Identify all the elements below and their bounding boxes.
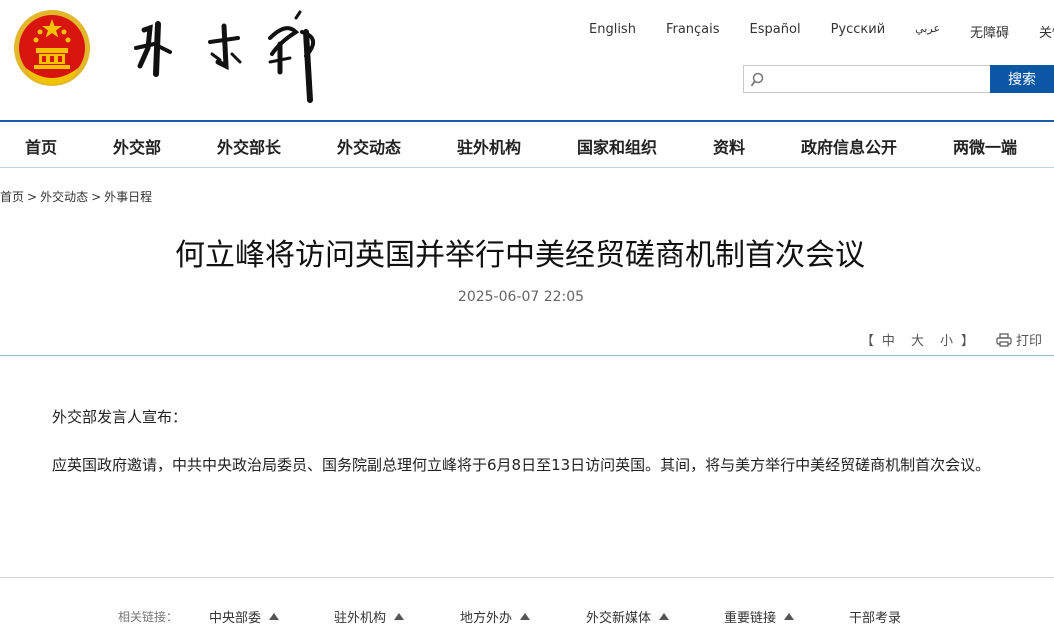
lang-arabic-link[interactable]: عربي	[915, 22, 940, 41]
content-divider	[0, 355, 1054, 356]
footer-link-label: 外交新媒体	[586, 611, 652, 626]
footer-link-important[interactable]: 重要链接	[724, 607, 795, 626]
search-box	[743, 65, 990, 93]
search-bar: 搜索	[743, 65, 1054, 93]
caret-up-icon	[394, 613, 405, 620]
search-input[interactable]	[768, 69, 983, 89]
footer-link-label: 重要链接	[724, 611, 777, 626]
caret-up-icon	[269, 613, 280, 620]
elder-care-link[interactable]: 关怀版	[1039, 22, 1054, 41]
accessibility-link[interactable]: 无障碍	[970, 22, 1009, 41]
font-size-bracket-close: 】	[960, 334, 974, 349]
print-label: 打印	[1015, 334, 1042, 349]
footer-link-label: 中央部委	[209, 611, 262, 626]
national-emblem-logo[interactable]	[12, 8, 92, 90]
lang-french-link[interactable]: Français	[666, 22, 720, 41]
ministry-calligraphy-logo[interactable]	[130, 8, 330, 108]
footer-link-label: 干部考录	[849, 611, 902, 626]
caret-up-icon	[784, 613, 795, 620]
header: English Français Español Русский عربي 无障…	[0, 0, 1054, 120]
breadcrumb-foreign-affairs-schedule[interactable]: 外事日程	[104, 190, 152, 204]
footer-link-new-media[interactable]: 外交新媒体	[586, 607, 670, 626]
nav-item-missions-abroad[interactable]: 驻外机构	[457, 134, 521, 158]
print-button[interactable]: 打印	[996, 330, 1042, 349]
footer-link-central-ministries[interactable]: 中央部委	[209, 607, 280, 626]
nav-item-resources[interactable]: 资料	[713, 134, 745, 158]
font-size-small-button[interactable]: 小	[940, 330, 953, 349]
caret-up-icon	[659, 613, 670, 620]
nav-item-minister[interactable]: 外交部长	[217, 134, 281, 158]
footer-link-civil-service-exam[interactable]: 干部考录	[849, 607, 901, 626]
footer-link-local-fao[interactable]: 地方外办	[460, 607, 531, 626]
breadcrumb-diplomatic-news[interactable]: 外交动态	[40, 190, 88, 204]
font-size-bracket-open: 【	[860, 334, 874, 349]
breadcrumb: 首页 > 外交动态 > 外事日程	[0, 188, 152, 205]
font-size-large-button[interactable]: 大	[911, 330, 924, 349]
article-paragraph: 外交部发言人宣布：	[52, 408, 188, 426]
lang-russian-link[interactable]: Русский	[831, 22, 886, 41]
breadcrumb-separator: >	[27, 190, 38, 204]
font-size-medium-button[interactable]: 中	[882, 330, 895, 349]
article-paragraph: 应英国政府邀请，中共中央政治局委员、国务院副总理何立峰将于6月8日至13日访问英…	[52, 456, 991, 474]
article-date: 2025-06-07 22:05	[457, 289, 585, 305]
article-tools: 【 中 大 小 】 打印	[861, 330, 1042, 349]
article-title: 何立峰将访问英国并举行中美经贸磋商机制首次会议	[175, 238, 865, 273]
printer-icon	[996, 332, 1012, 347]
footer-link-missions-abroad[interactable]: 驻外机构	[334, 607, 405, 626]
nav-item-countries-orgs[interactable]: 国家和组织	[577, 134, 657, 158]
related-links-label: 相关链接：	[118, 610, 179, 624]
lang-english-link[interactable]: English	[589, 22, 636, 41]
footer-link-label: 驻外机构	[334, 611, 387, 626]
caret-up-icon	[520, 613, 531, 620]
nav-item-gov-info[interactable]: 政府信息公开	[801, 134, 897, 158]
nav-item-media-apps[interactable]: 两微一端	[953, 134, 1017, 158]
related-links: 相关链接： 中央部委 驻外机构 地方外办 外交新媒体 重要链接 干部考录	[0, 604, 1054, 635]
search-icon	[750, 72, 764, 87]
search-button[interactable]: 搜索	[990, 65, 1054, 93]
nav-item-diplomatic-news[interactable]: 外交动态	[337, 134, 401, 158]
breadcrumb-separator: >	[91, 190, 102, 204]
lang-spanish-link[interactable]: Español	[750, 22, 801, 41]
breadcrumb-home[interactable]: 首页	[0, 190, 24, 204]
nav-item-ministry[interactable]: 外交部	[113, 134, 161, 158]
main-nav: 首页 外交部 外交部长 外交动态 驻外机构 国家和组织 资料 政府信息公开 两微…	[0, 120, 1054, 168]
footer-divider	[0, 577, 1054, 578]
nav-item-home[interactable]: 首页	[25, 134, 57, 158]
footer-link-label: 地方外办	[460, 611, 513, 626]
language-links: English Français Español Русский عربي 无障…	[589, 22, 1054, 41]
